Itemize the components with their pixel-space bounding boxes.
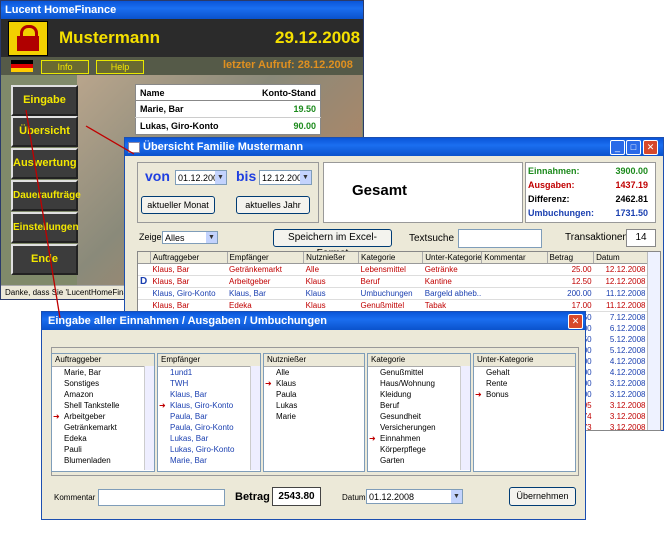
annotation-lines: [25, 109, 135, 319]
annotation-line: [25, 109, 61, 319]
annotation-line: [85, 125, 135, 155]
